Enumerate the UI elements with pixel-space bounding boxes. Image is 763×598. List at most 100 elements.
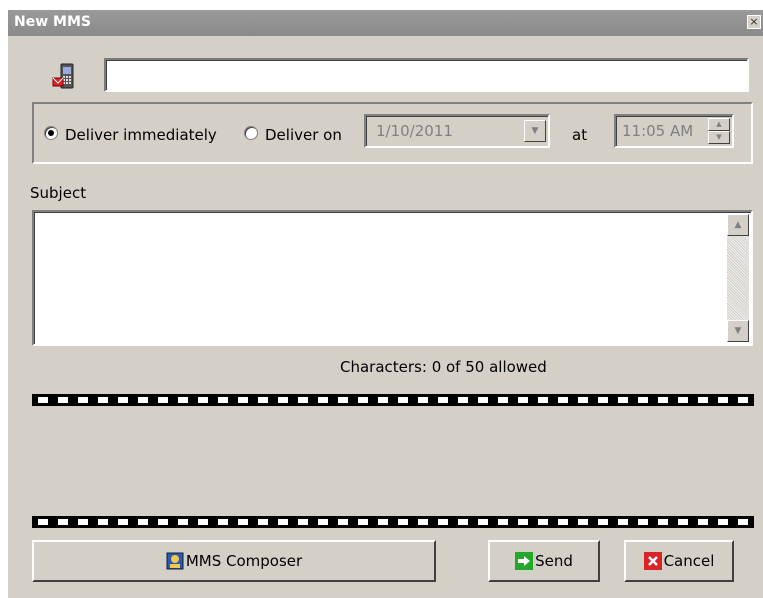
- film-perforation: [538, 397, 548, 403]
- film-perforation: [138, 519, 148, 525]
- film-perforation: [238, 397, 248, 403]
- film-perforation: [258, 519, 268, 525]
- film-perforation: [218, 397, 228, 403]
- film-perforation: [478, 397, 488, 403]
- send-label: Send: [535, 552, 573, 570]
- film-perforation: [418, 519, 428, 525]
- film-perforation: [418, 397, 428, 403]
- send-button[interactable]: Send: [488, 540, 600, 582]
- film-perforation: [538, 519, 548, 525]
- cancel-label: Cancel: [663, 552, 715, 570]
- mms-composer-button[interactable]: MMS Composer: [32, 540, 436, 582]
- character-counter: Characters: 0 of 50 allowed: [340, 358, 547, 376]
- film-perforation: [318, 519, 328, 525]
- film-perforation: [78, 519, 88, 525]
- film-perforation: [618, 397, 628, 403]
- title-bar[interactable]: New MMS ×: [8, 10, 763, 36]
- mobile-phone-icon: [52, 63, 74, 89]
- send-arrow-icon: [515, 552, 534, 570]
- film-perforation: [318, 397, 328, 403]
- film-perforation: [158, 397, 168, 403]
- subject-scrollbar[interactable]: ▲ ▼: [727, 214, 749, 342]
- film-perforation: [638, 519, 648, 525]
- film-perforation: [218, 519, 228, 525]
- film-perforation: [78, 397, 88, 403]
- film-perforation: [458, 397, 468, 403]
- film-perforation: [498, 519, 508, 525]
- media-slides-area[interactable]: [32, 406, 754, 514]
- film-perforation: [698, 519, 708, 525]
- window-title: New MMS: [14, 14, 91, 30]
- at-label: at: [572, 126, 588, 144]
- film-perforation: [598, 397, 608, 403]
- film-perforation: [658, 397, 668, 403]
- film-perforation: [178, 519, 188, 525]
- time-up-icon[interactable]: ▲: [708, 118, 730, 131]
- subject-textarea[interactable]: ▲ ▼: [32, 210, 753, 346]
- film-perforation: [558, 397, 568, 403]
- delivery-date-value: 1/10/2011: [376, 122, 453, 140]
- scroll-up-icon[interactable]: ▲: [727, 214, 749, 236]
- film-perforation: [398, 519, 408, 525]
- scroll-down-icon[interactable]: ▼: [727, 320, 749, 342]
- new-mms-dialog: New MMS × Deliver immediately Deliver on…: [8, 10, 763, 598]
- film-perforation: [198, 397, 208, 403]
- film-perforation: [118, 397, 128, 403]
- film-perforation: [358, 519, 368, 525]
- film-perforation: [678, 397, 688, 403]
- film-perforation: [518, 519, 528, 525]
- deliver-immediately-label[interactable]: Deliver immediately: [65, 126, 217, 144]
- film-perforation: [158, 519, 168, 525]
- close-icon[interactable]: ×: [747, 15, 761, 29]
- cancel-x-icon: [643, 552, 662, 570]
- chevron-down-icon[interactable]: ▼: [524, 120, 546, 142]
- film-perforation: [698, 397, 708, 403]
- film-perforation: [198, 519, 208, 525]
- film-perforation: [378, 519, 388, 525]
- delivery-date-picker[interactable]: 1/10/2011 ▼: [364, 114, 550, 148]
- film-perforation: [738, 397, 748, 403]
- film-perforation: [478, 519, 488, 525]
- film-perforation: [498, 397, 508, 403]
- deliver-immediately-radio[interactable]: [44, 126, 58, 140]
- film-perforation: [138, 397, 148, 403]
- film-perforation: [38, 519, 48, 525]
- filmstrip-top: [32, 394, 754, 406]
- film-perforation: [578, 519, 588, 525]
- film-perforation: [718, 397, 728, 403]
- film-perforation: [598, 519, 608, 525]
- delivery-time-picker[interactable]: 11:05 AM ▲ ▼: [614, 114, 734, 148]
- cancel-button[interactable]: Cancel: [624, 540, 734, 582]
- film-perforation: [358, 397, 368, 403]
- film-perforation: [678, 519, 688, 525]
- film-perforation: [618, 519, 628, 525]
- film-perforation: [578, 397, 588, 403]
- film-perforation: [298, 519, 308, 525]
- delivery-time-value: 11:05 AM: [622, 122, 694, 140]
- mms-composer-label: MMS Composer: [185, 552, 303, 570]
- film-perforation: [738, 519, 748, 525]
- recipient-input[interactable]: [104, 58, 749, 92]
- film-perforation: [58, 397, 68, 403]
- film-perforation: [58, 519, 68, 525]
- deliver-on-label[interactable]: Deliver on: [265, 126, 342, 144]
- film-perforation: [438, 397, 448, 403]
- film-perforation: [338, 397, 348, 403]
- film-perforation: [718, 519, 728, 525]
- film-perforation: [38, 397, 48, 403]
- film-perforation: [658, 519, 668, 525]
- filmstrip-bottom: [32, 516, 754, 528]
- film-perforation: [98, 519, 108, 525]
- composer-icon: [166, 552, 184, 570]
- film-perforation: [458, 519, 468, 525]
- film-perforation: [638, 397, 648, 403]
- film-perforation: [338, 519, 348, 525]
- film-perforation: [518, 397, 528, 403]
- time-down-icon[interactable]: ▼: [708, 131, 730, 144]
- deliver-on-radio[interactable]: [244, 126, 258, 140]
- film-perforation: [398, 397, 408, 403]
- film-perforation: [278, 519, 288, 525]
- subject-label: Subject: [30, 184, 87, 202]
- film-perforation: [298, 397, 308, 403]
- film-perforation: [558, 519, 568, 525]
